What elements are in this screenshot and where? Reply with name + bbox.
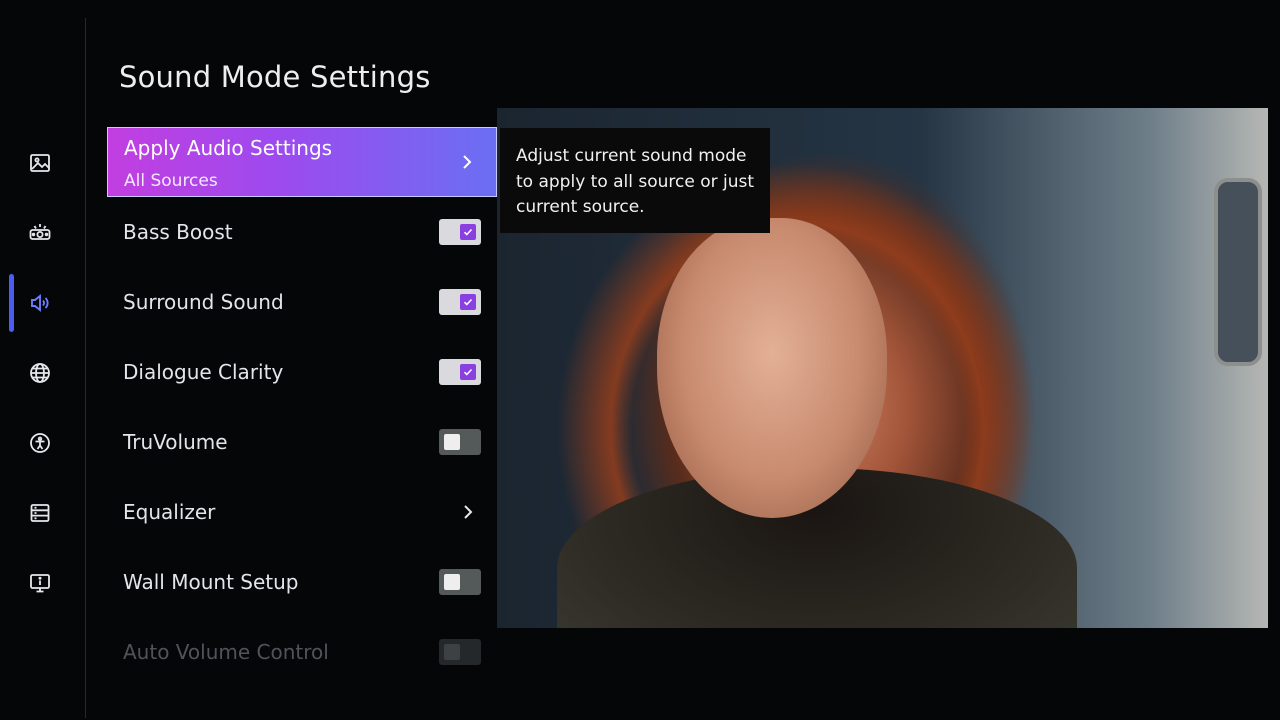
surround-sound-item[interactable]: Surround Sound [107,267,497,337]
check-icon [460,224,476,240]
page-title: Sound Mode Settings [119,60,431,94]
row-label: TruVolume [123,430,228,454]
check-icon [460,364,476,380]
rail-active-indicator [9,274,14,332]
chevron-right-icon [460,152,474,172]
row-label: Apply Audio Settings [124,136,333,160]
toggle-knob [444,434,460,450]
picture-icon [30,154,50,172]
dialogue-clarity-item[interactable]: Dialogue Clarity [107,337,497,407]
row-label: Bass Boost [123,220,233,244]
chevron-right-icon [461,502,475,522]
rail-item-projector[interactable] [22,215,58,251]
row-label: Dialogue Clarity [123,360,284,384]
toggle-knob [444,644,460,660]
projector-icon [29,224,51,240]
auto-volume-control-toggle[interactable] [439,639,481,665]
preview-face [657,218,887,518]
row-label: Auto Volume Control [123,640,329,664]
wall-mount-setup-toggle[interactable] [439,569,481,595]
accessibility-icon [30,433,50,453]
rail-item-accessibility[interactable] [22,425,58,461]
speaker-icon [31,294,49,312]
rail-item-picture[interactable] [22,145,58,181]
rail-item-sound[interactable] [22,285,58,321]
row-label: Surround Sound [123,290,284,314]
rail-item-network[interactable] [22,355,58,391]
surround-sound-toggle[interactable] [439,289,481,315]
rail-item-system[interactable] [22,495,58,531]
help-tooltip: Adjust current sound mode to apply to al… [500,128,770,233]
truvolume-item[interactable]: TruVolume [107,407,497,477]
rail-divider [85,18,86,718]
row-label: Equalizer [123,500,216,524]
settings-category-rail [0,0,86,720]
row-label: Wall Mount Setup [123,570,299,594]
apply-audio-settings-item[interactable]: Apply Audio Settings All Sources [107,127,497,197]
server-icon [30,504,50,522]
globe-icon [30,363,50,383]
dialogue-clarity-toggle[interactable] [439,359,481,385]
equalizer-item[interactable]: Equalizer [107,477,497,547]
toggle-knob [444,574,460,590]
auto-volume-control-item[interactable]: Auto Volume Control [107,617,497,687]
bass-boost-item[interactable]: Bass Boost [107,197,497,267]
wall-mount-setup-item[interactable]: Wall Mount Setup [107,547,497,617]
row-value: All Sources [124,171,218,191]
tv-settings-screen: Sound Mode Settings Apply Audio Settings… [0,0,1280,720]
bass-boost-toggle[interactable] [439,219,481,245]
check-icon [460,294,476,310]
truvolume-toggle[interactable] [439,429,481,455]
tv-info-icon [30,574,50,593]
rail-item-support[interactable] [22,565,58,601]
